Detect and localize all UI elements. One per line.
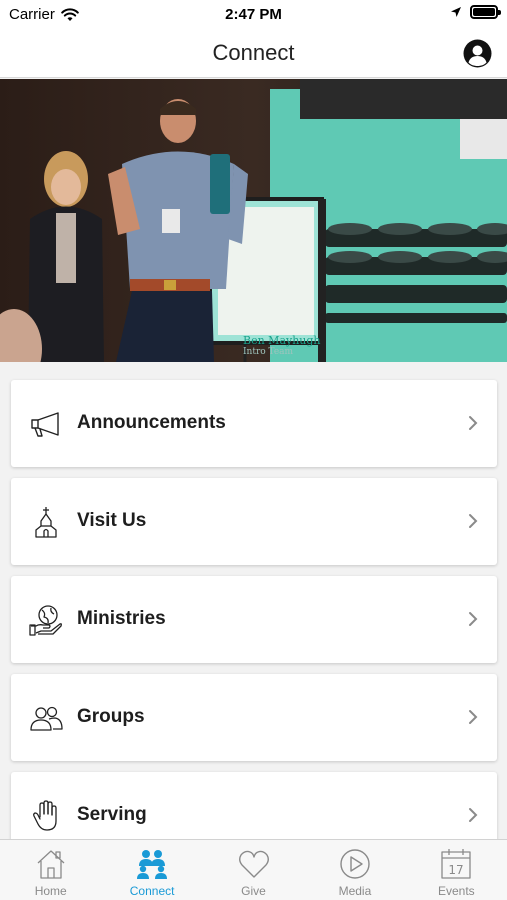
chevron-right-icon	[469, 808, 478, 822]
user-circle-icon	[463, 39, 492, 68]
battery-level	[473, 8, 495, 16]
church-icon	[29, 505, 63, 539]
profile-button[interactable]	[463, 39, 492, 68]
chevron-right-icon	[469, 612, 478, 626]
tab-label: Connect	[129, 884, 175, 898]
menu-item-label: Visit Us	[77, 510, 147, 531]
page-title: Connect	[212, 40, 295, 65]
tab-connect[interactable]: Connect	[101, 840, 202, 900]
tab-label: Give	[241, 884, 266, 898]
chevron-right-icon	[469, 416, 478, 430]
menu-item-label: Serving	[77, 804, 147, 825]
heart-icon	[238, 850, 269, 878]
tab-home[interactable]: Home	[0, 840, 101, 900]
menu-item-label: Ministries	[77, 608, 166, 629]
hero-banner[interactable]: Ben Mayhugh Intro Team	[0, 79, 507, 362]
people-icon	[137, 850, 168, 879]
home-icon	[37, 850, 65, 879]
megaphone-icon	[29, 407, 63, 441]
tab-label: Media	[338, 884, 372, 898]
chevron-right-icon	[469, 710, 478, 724]
status-right	[450, 5, 501, 19]
tab-media[interactable]: Media	[304, 840, 405, 900]
tab-label: Events	[437, 884, 475, 898]
battery-icon	[470, 5, 501, 19]
status-time: 2:47 PM	[225, 6, 282, 23]
menu-item-announcements[interactable]: Announcements	[11, 380, 497, 467]
globe-hand-icon	[29, 603, 63, 637]
menu-item-groups[interactable]: Groups	[11, 674, 497, 761]
hero-photo	[0, 79, 507, 362]
menu-item-label: Groups	[77, 706, 145, 727]
hand-icon	[29, 799, 63, 833]
tab-events[interactable]: 17 Events	[406, 840, 507, 900]
tab-label: Home	[34, 884, 67, 898]
calendar-icon: 17	[441, 849, 471, 879]
status-bar: Carrier 2:47 PM	[0, 0, 507, 30]
play-circle-icon	[340, 849, 370, 879]
menu-item-ministries[interactable]: Ministries	[11, 576, 497, 663]
hero-sign-text: Ben Mayhugh Intro Team	[243, 334, 321, 357]
menu-item-visit-us[interactable]: Visit Us	[11, 478, 497, 565]
tab-bar: Home Connect Give Media 17 Events	[0, 839, 507, 900]
hero-sign-name: Ben Mayhugh	[243, 334, 321, 347]
location-arrow-icon	[451, 7, 461, 17]
calendar-day: 17	[449, 863, 464, 877]
hero-sign-subtext: Intro Team	[243, 347, 294, 357]
users-icon	[29, 701, 63, 735]
nav-bar: Connect	[0, 30, 507, 78]
menu-item-label: Announcements	[77, 412, 226, 433]
chevron-right-icon	[469, 514, 478, 528]
tab-give[interactable]: Give	[203, 840, 304, 900]
